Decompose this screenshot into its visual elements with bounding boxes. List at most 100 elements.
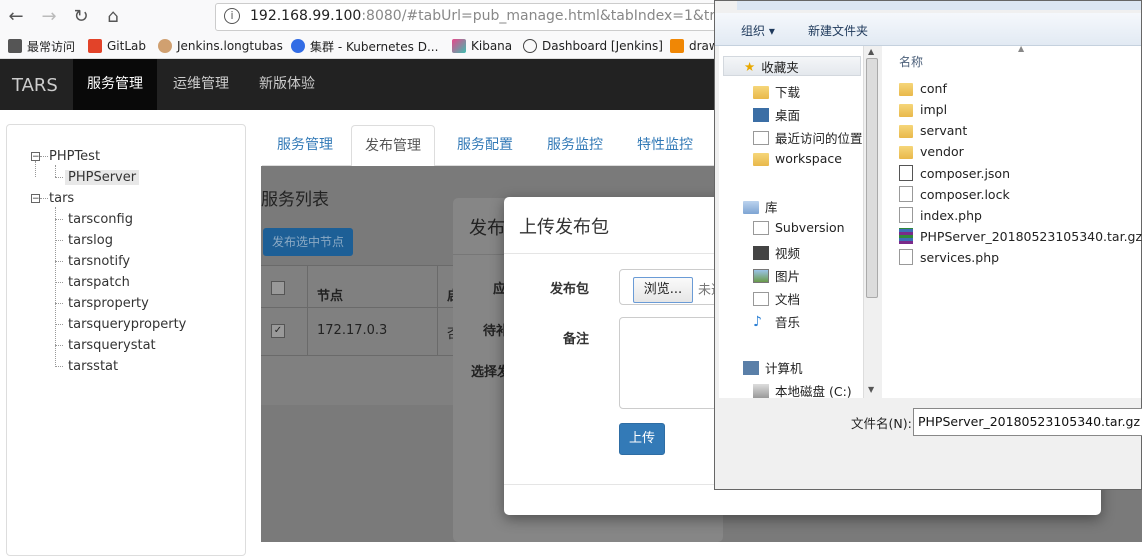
bookmark-most-visited[interactable]: 最常访问 [8, 37, 75, 55]
tree-node-tarsstat[interactable]: tarsstat [68, 359, 118, 374]
nav-workspace[interactable]: workspace [753, 151, 842, 166]
tree-node-tarsproperty[interactable]: tarsproperty [68, 296, 149, 311]
nav-documents[interactable]: 文档 [753, 289, 800, 308]
nav-local-disk[interactable]: 本地磁盘 (C:) [753, 381, 852, 400]
note-textarea[interactable] [619, 317, 721, 409]
bookmark-kubernetes[interactable]: 集群 - Kubernetes D... [291, 37, 438, 55]
nav-favorites[interactable]: ★ 收藏夹 [723, 56, 861, 76]
file-item[interactable]: impl [899, 102, 947, 117]
nav-music[interactable]: ♪ 音乐 [753, 312, 800, 331]
browse-button[interactable]: 浏览... [633, 277, 693, 303]
bookmark-draw[interactable]: draw [670, 37, 719, 55]
node-ip: 172.17.0.3 [317, 323, 388, 338]
nav-label: 库 [765, 200, 778, 215]
tab-service-management[interactable]: 服务管理 [264, 125, 346, 165]
filename-value: PHPServer_20180523105340.tar.gz [918, 414, 1141, 429]
tab-publish-management[interactable]: 发布管理 [351, 125, 435, 167]
file-item[interactable]: services.php [899, 249, 999, 265]
file-item[interactable]: composer.lock [899, 186, 1010, 202]
back-arrow-icon[interactable]: ← [3, 4, 29, 30]
upload-button[interactable]: 上传 [619, 423, 665, 455]
nav-new-version[interactable]: 新版体验 [245, 59, 329, 110]
nav-service-management[interactable]: 服务管理 [73, 59, 157, 110]
nav-label: 音乐 [775, 315, 801, 330]
file-item[interactable]: index.php [899, 207, 982, 223]
nav-label: Subversion [775, 220, 845, 235]
row-checkbox[interactable]: ✓ [271, 324, 285, 338]
package-file-input[interactable]: 浏览... 未选择文件 [619, 269, 763, 305]
tree-node-phptest[interactable]: PHPTest [49, 149, 100, 164]
collapse-icon[interactable]: − [31, 152, 40, 162]
reload-icon[interactable]: ↻ [68, 4, 94, 30]
file-item[interactable]: conf [899, 81, 947, 96]
scroll-down-icon[interactable]: ▼ [868, 385, 874, 394]
info-icon[interactable]: i [224, 8, 240, 24]
package-label: 发布包 [549, 282, 589, 297]
file-item[interactable]: servant [899, 123, 967, 138]
bookmark-kibana[interactable]: Kibana [452, 37, 512, 55]
nav-libraries[interactable]: 库 [743, 197, 778, 216]
nav-label: 桌面 [775, 108, 801, 123]
new-folder-button[interactable]: 新建文件夹 [808, 22, 868, 39]
tab-feature-monitor[interactable]: 特性监控 [624, 125, 706, 165]
forward-arrow-icon[interactable]: → [36, 4, 62, 30]
dialog-address-bar[interactable] [737, 1, 1141, 10]
tree-line [55, 165, 56, 177]
jenkins-icon [158, 39, 172, 53]
folder-icon [899, 83, 913, 96]
app-logo[interactable]: TARS [12, 75, 58, 96]
file-item-selected[interactable]: PHPServer_20180523105340.tar.gz [899, 228, 1142, 244]
folder-icon [899, 125, 913, 138]
collapse-icon[interactable]: − [31, 194, 40, 204]
json-file-icon [899, 165, 913, 181]
scroll-up-icon[interactable]: ▲ [868, 47, 874, 56]
nav-scrollbar[interactable]: ▲ ▼ [863, 46, 881, 398]
tree-node-tars[interactable]: tars [49, 191, 74, 206]
tree-node-tarsconfig[interactable]: tarsconfig [68, 212, 133, 227]
tree-node-tarsqueryproperty[interactable]: tarsqueryproperty [68, 317, 186, 332]
drawio-icon [670, 39, 684, 53]
tree-node-tarsnotify[interactable]: tarsnotify [68, 254, 130, 269]
nav-desktop[interactable]: 桌面 [753, 105, 800, 124]
column-header-name[interactable]: 名称 [899, 53, 923, 70]
folder-icon [899, 146, 913, 159]
address-bar[interactable]: i 192.168.99.100:8080/#tabUrl=pub_manage… [215, 3, 737, 31]
bookmark-label: GitLab [107, 39, 146, 53]
nav-computer[interactable]: 计算机 [743, 358, 803, 377]
tab-service-monitor[interactable]: 服务监控 [534, 125, 616, 165]
tree-node-tarsquerystat[interactable]: tarsquerystat [68, 338, 156, 353]
bookmark-label: 集群 - Kubernetes D... [310, 39, 439, 54]
table-border [437, 265, 438, 355]
dialog-nav-pane: ★ 收藏夹 下载 桌面 最近访问的位置 workspace 库 Subversio… [719, 46, 867, 400]
nav-downloads[interactable]: 下载 [753, 82, 800, 101]
bookmark-gitlab[interactable]: GitLab [88, 37, 146, 55]
url-path: :8080/#tabUrl=pub_manage.html&tabIndex=1… [361, 8, 733, 24]
publish-selected-button[interactable]: 发布选中节点 [263, 228, 354, 256]
home-icon[interactable]: ⌂ [100, 4, 126, 30]
select-all-checkbox[interactable] [271, 281, 285, 295]
filename-input[interactable]: PHPServer_20180523105340.tar.gz [913, 408, 1142, 436]
bookmark-jenkins[interactable]: Jenkins.longtubas [158, 37, 283, 55]
nav-label: 最近访问的位置 [775, 131, 863, 146]
tree-node-tarspatch[interactable]: tarspatch [68, 275, 130, 290]
tree-node-phpserver[interactable]: PHPServer [65, 170, 140, 185]
nav-recent[interactable]: 最近访问的位置 [753, 128, 863, 147]
file-item[interactable]: vendor [899, 144, 964, 159]
tree-line [55, 240, 63, 241]
file-item[interactable]: composer.json [899, 165, 1010, 181]
nav-ops-management[interactable]: 运维管理 [159, 59, 243, 110]
tab-service-config[interactable]: 服务配置 [444, 125, 526, 165]
tree-line [55, 345, 63, 346]
music-icon: ♪ [753, 313, 762, 330]
bookmark-dashboard[interactable]: Dashboard [Jenkins] [523, 37, 663, 55]
organize-button[interactable]: 组织 ▾ [741, 22, 775, 39]
file-icon [899, 249, 913, 265]
file-name: impl [920, 102, 948, 117]
note-label: 备注 [562, 332, 589, 347]
tree-node-tarslog[interactable]: tarslog [68, 233, 113, 248]
nav-subversion[interactable]: Subversion [753, 220, 845, 235]
nav-pictures[interactable]: 图片 [753, 266, 800, 285]
nav-videos[interactable]: 视频 [753, 243, 800, 262]
publish-modal-title: 发布 [469, 218, 505, 239]
scrollbar-thumb[interactable] [866, 58, 878, 298]
